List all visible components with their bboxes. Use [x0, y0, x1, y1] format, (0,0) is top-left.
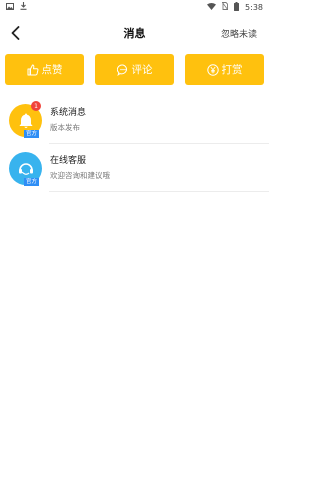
bell-icon [18, 113, 33, 128]
like-label: 点赞 [41, 64, 63, 76]
thumbs-up-icon [27, 64, 38, 75]
status-right: 5:38 [207, 1, 263, 13]
no-sim-icon [221, 1, 229, 12]
message-subtitle: 版本发布 [50, 123, 80, 132]
comment-button[interactable]: 评论 [95, 54, 174, 85]
yen-coin-icon [206, 63, 219, 76]
divider [49, 191, 269, 192]
header: 消息 忽略未读 [0, 18, 269, 48]
status-left [6, 2, 27, 12]
image-icon [6, 2, 14, 12]
official-tag: 官方 [24, 130, 40, 138]
wifi-icon [207, 2, 217, 12]
avatar-wrap: 官方 [9, 152, 42, 186]
avatar-wrap: 官方 1 [9, 101, 42, 138]
message-title: 系统消息 [50, 108, 87, 118]
page-title: 消息 [123, 27, 146, 40]
status-time: 5:38 [245, 2, 263, 12]
download-icon [20, 2, 27, 12]
message-subtitle: 欢迎咨询和建议哦 [50, 171, 110, 180]
message-title: 在线客服 [50, 156, 87, 166]
reward-button[interactable]: 打赏 [185, 54, 264, 85]
customer-service-icon [18, 162, 33, 175]
back-button[interactable] [6, 22, 24, 44]
chevron-left-icon [11, 26, 19, 40]
list-item-system-message[interactable]: 官方 1 系统消息 版本发布 [0, 96, 269, 144]
action-bar: 点赞 评论 打赏 [0, 54, 269, 86]
unread-badge: 1 [31, 101, 41, 111]
reward-label: 打赏 [221, 64, 243, 76]
message-texts: 系统消息 版本发布 [50, 108, 86, 133]
like-button[interactable]: 点赞 [5, 54, 84, 85]
battery-icon [234, 1, 240, 13]
chat-bubble-icon [116, 63, 127, 76]
comment-label: 评论 [131, 64, 153, 76]
ignore-unread-button[interactable]: 忽略未读 [221, 27, 257, 40]
message-texts: 在线客服 欢迎咨询和建议哦 [50, 156, 110, 181]
status-bar: 5:38 [0, 0, 269, 14]
message-list: 官方 1 系统消息 版本发布 官方 在线客服 欢迎咨询和建议哦 [0, 96, 269, 192]
list-item-customer-service[interactable]: 官方 在线客服 欢迎咨询和建议哦 [0, 144, 269, 192]
official-tag: 官方 [24, 178, 40, 186]
